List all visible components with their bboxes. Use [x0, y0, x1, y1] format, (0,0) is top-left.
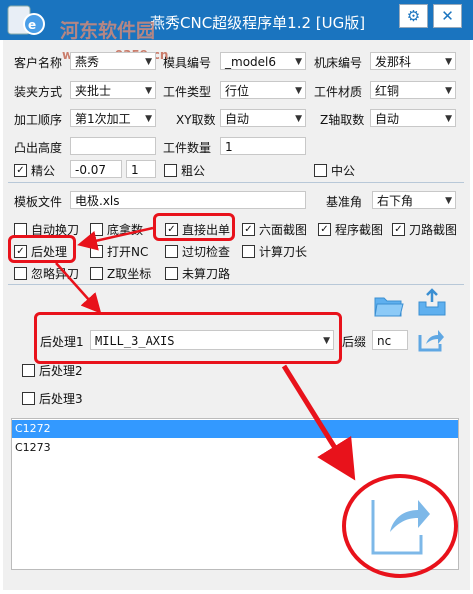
- export-large-icon: [371, 500, 430, 555]
- annotation-arrows: [55, 226, 458, 578]
